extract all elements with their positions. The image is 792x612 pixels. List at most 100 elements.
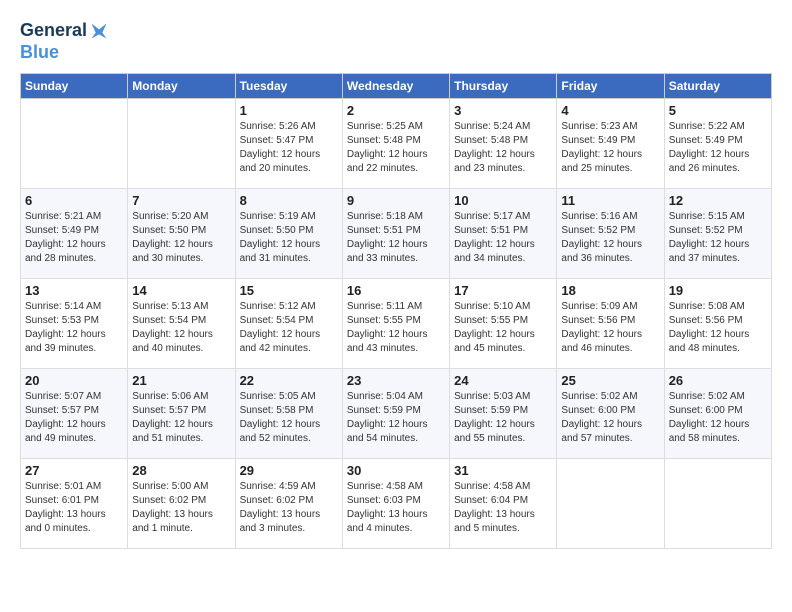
day-cell [557, 459, 664, 549]
day-number: 25 [561, 373, 659, 388]
day-number: 19 [669, 283, 767, 298]
day-info: Sunrise: 5:09 AM Sunset: 5:56 PM Dayligh… [561, 300, 659, 356]
day-cell: 4 Sunrise: 5:23 AM Sunset: 5:49 PM Daylig… [557, 99, 664, 189]
day-cell [664, 459, 771, 549]
header-sunday: Sunday [21, 74, 128, 99]
day-info: Sunrise: 5:18 AM Sunset: 5:51 PM Dayligh… [347, 210, 445, 266]
day-cell: 18 Sunrise: 5:09 AM Sunset: 5:56 PM Dayli… [557, 279, 664, 369]
header-row: SundayMondayTuesdayWednesdayThursdayFrid… [21, 74, 772, 99]
week-row-5: 27 Sunrise: 5:01 AM Sunset: 6:01 PM Dayli… [21, 459, 772, 549]
day-number: 15 [240, 283, 338, 298]
day-info: Sunrise: 5:14 AM Sunset: 5:53 PM Dayligh… [25, 300, 123, 356]
day-cell: 20 Sunrise: 5:07 AM Sunset: 5:57 PM Dayli… [21, 369, 128, 459]
day-number: 10 [454, 193, 552, 208]
day-number: 8 [240, 193, 338, 208]
day-cell: 29Sunrise: 4:59 AM Sunset: 6:02 PM Dayli… [235, 459, 342, 549]
day-cell: 22 Sunrise: 5:05 AM Sunset: 5:58 PM Dayli… [235, 369, 342, 459]
week-row-1: 1 Sunrise: 5:26 AM Sunset: 5:47 PM Daylig… [21, 99, 772, 189]
day-number: 23 [347, 373, 445, 388]
day-number: 3 [454, 103, 552, 118]
day-number: 26 [669, 373, 767, 388]
day-number: 1 [240, 103, 338, 118]
day-number: 21 [132, 373, 230, 388]
day-cell: 24 Sunrise: 5:03 AM Sunset: 5:59 PM Dayli… [450, 369, 557, 459]
day-number: 20 [25, 373, 123, 388]
day-info: Sunrise: 5:17 AM Sunset: 5:51 PM Dayligh… [454, 210, 552, 266]
calendar-table: SundayMondayTuesdayWednesdayThursdayFrid… [20, 73, 772, 549]
day-info: Sunrise: 5:06 AM Sunset: 5:57 PM Dayligh… [132, 390, 230, 446]
logo-bird-icon [89, 21, 109, 41]
day-cell: 17 Sunrise: 5:10 AM Sunset: 5:55 PM Dayli… [450, 279, 557, 369]
day-cell: 13 Sunrise: 5:14 AM Sunset: 5:53 PM Dayli… [21, 279, 128, 369]
day-info: Sunrise: 5:05 AM Sunset: 5:58 PM Dayligh… [240, 390, 338, 446]
day-info: Sunrise: 5:26 AM Sunset: 5:47 PM Dayligh… [240, 120, 338, 176]
day-info: Sunrise: 5:04 AM Sunset: 5:59 PM Dayligh… [347, 390, 445, 446]
day-cell: 21 Sunrise: 5:06 AM Sunset: 5:57 PM Dayli… [128, 369, 235, 459]
header-monday: Monday [128, 74, 235, 99]
header-thursday: Thursday [450, 74, 557, 99]
day-cell: 27 Sunrise: 5:01 AM Sunset: 6:01 PM Dayli… [21, 459, 128, 549]
day-info: Sunrise: 5:02 AM Sunset: 6:00 PM Dayligh… [669, 390, 767, 446]
week-row-3: 13 Sunrise: 5:14 AM Sunset: 5:53 PM Dayli… [21, 279, 772, 369]
day-info: Sunrise: 5:24 AM Sunset: 5:48 PM Dayligh… [454, 120, 552, 176]
day-cell: 19 Sunrise: 5:08 AM Sunset: 5:56 PM Dayli… [664, 279, 771, 369]
day-number: 18 [561, 283, 659, 298]
day-info: Sunrise: 5:02 AM Sunset: 6:00 PM Dayligh… [561, 390, 659, 446]
day-cell: 11Sunrise: 5:16 AM Sunset: 5:52 PM Dayli… [557, 189, 664, 279]
day-info: Sunrise: 5:07 AM Sunset: 5:57 PM Dayligh… [25, 390, 123, 446]
day-cell: 23 Sunrise: 5:04 AM Sunset: 5:59 PM Dayli… [342, 369, 449, 459]
day-number: 7 [132, 193, 230, 208]
day-number: 13 [25, 283, 123, 298]
day-cell: 15 Sunrise: 5:12 AM Sunset: 5:54 PM Dayli… [235, 279, 342, 369]
page-header: General Blue [20, 20, 772, 63]
day-info: Sunrise: 5:23 AM Sunset: 5:49 PM Dayligh… [561, 120, 659, 176]
day-number: 27 [25, 463, 123, 478]
day-cell: 7 Sunrise: 5:20 AM Sunset: 5:50 PM Daylig… [128, 189, 235, 279]
day-cell: 16Sunrise: 5:11 AM Sunset: 5:55 PM Dayli… [342, 279, 449, 369]
day-number: 30 [347, 463, 445, 478]
day-info: Sunrise: 5:21 AM Sunset: 5:49 PM Dayligh… [25, 210, 123, 266]
day-cell [128, 99, 235, 189]
day-info: Sunrise: 5:15 AM Sunset: 5:52 PM Dayligh… [669, 210, 767, 266]
day-number: 14 [132, 283, 230, 298]
day-number: 17 [454, 283, 552, 298]
day-number: 31 [454, 463, 552, 478]
day-info: Sunrise: 5:03 AM Sunset: 5:59 PM Dayligh… [454, 390, 552, 446]
day-info: Sunrise: 5:19 AM Sunset: 5:50 PM Dayligh… [240, 210, 338, 266]
day-info: Sunrise: 5:01 AM Sunset: 6:01 PM Dayligh… [25, 480, 123, 536]
day-cell: 3 Sunrise: 5:24 AM Sunset: 5:48 PM Daylig… [450, 99, 557, 189]
day-number: 12 [669, 193, 767, 208]
day-info: Sunrise: 5:13 AM Sunset: 5:54 PM Dayligh… [132, 300, 230, 356]
day-cell: 10 Sunrise: 5:17 AM Sunset: 5:51 PM Dayli… [450, 189, 557, 279]
day-number: 24 [454, 373, 552, 388]
day-cell: 26 Sunrise: 5:02 AM Sunset: 6:00 PM Dayli… [664, 369, 771, 459]
day-number: 4 [561, 103, 659, 118]
day-cell: 12 Sunrise: 5:15 AM Sunset: 5:52 PM Dayli… [664, 189, 771, 279]
day-info: Sunrise: 5:16 AM Sunset: 5:52 PM Dayligh… [561, 210, 659, 266]
day-cell: 14 Sunrise: 5:13 AM Sunset: 5:54 PM Dayli… [128, 279, 235, 369]
day-cell: 5Sunrise: 5:22 AM Sunset: 5:49 PM Daylig… [664, 99, 771, 189]
day-cell: 6Sunrise: 5:21 AM Sunset: 5:49 PM Daylig… [21, 189, 128, 279]
day-info: Sunrise: 5:25 AM Sunset: 5:48 PM Dayligh… [347, 120, 445, 176]
logo: General Blue [20, 20, 109, 63]
header-friday: Friday [557, 74, 664, 99]
header-saturday: Saturday [664, 74, 771, 99]
day-cell: 30 Sunrise: 4:58 AM Sunset: 6:03 PM Dayli… [342, 459, 449, 549]
day-number: 22 [240, 373, 338, 388]
day-info: Sunrise: 5:10 AM Sunset: 5:55 PM Dayligh… [454, 300, 552, 356]
day-info: Sunrise: 5:12 AM Sunset: 5:54 PM Dayligh… [240, 300, 338, 356]
day-number: 29 [240, 463, 338, 478]
day-info: Sunrise: 5:11 AM Sunset: 5:55 PM Dayligh… [347, 300, 445, 356]
day-info: Sunrise: 4:58 AM Sunset: 6:03 PM Dayligh… [347, 480, 445, 536]
day-info: Sunrise: 5:00 AM Sunset: 6:02 PM Dayligh… [132, 480, 230, 536]
day-number: 2 [347, 103, 445, 118]
header-wednesday: Wednesday [342, 74, 449, 99]
day-info: Sunrise: 5:20 AM Sunset: 5:50 PM Dayligh… [132, 210, 230, 266]
day-cell: 1 Sunrise: 5:26 AM Sunset: 5:47 PM Daylig… [235, 99, 342, 189]
day-number: 9 [347, 193, 445, 208]
day-info: Sunrise: 4:58 AM Sunset: 6:04 PM Dayligh… [454, 480, 552, 536]
logo-text-blue: Blue [20, 42, 59, 64]
day-info: Sunrise: 5:08 AM Sunset: 5:56 PM Dayligh… [669, 300, 767, 356]
day-info: Sunrise: 5:22 AM Sunset: 5:49 PM Dayligh… [669, 120, 767, 176]
day-cell [21, 99, 128, 189]
